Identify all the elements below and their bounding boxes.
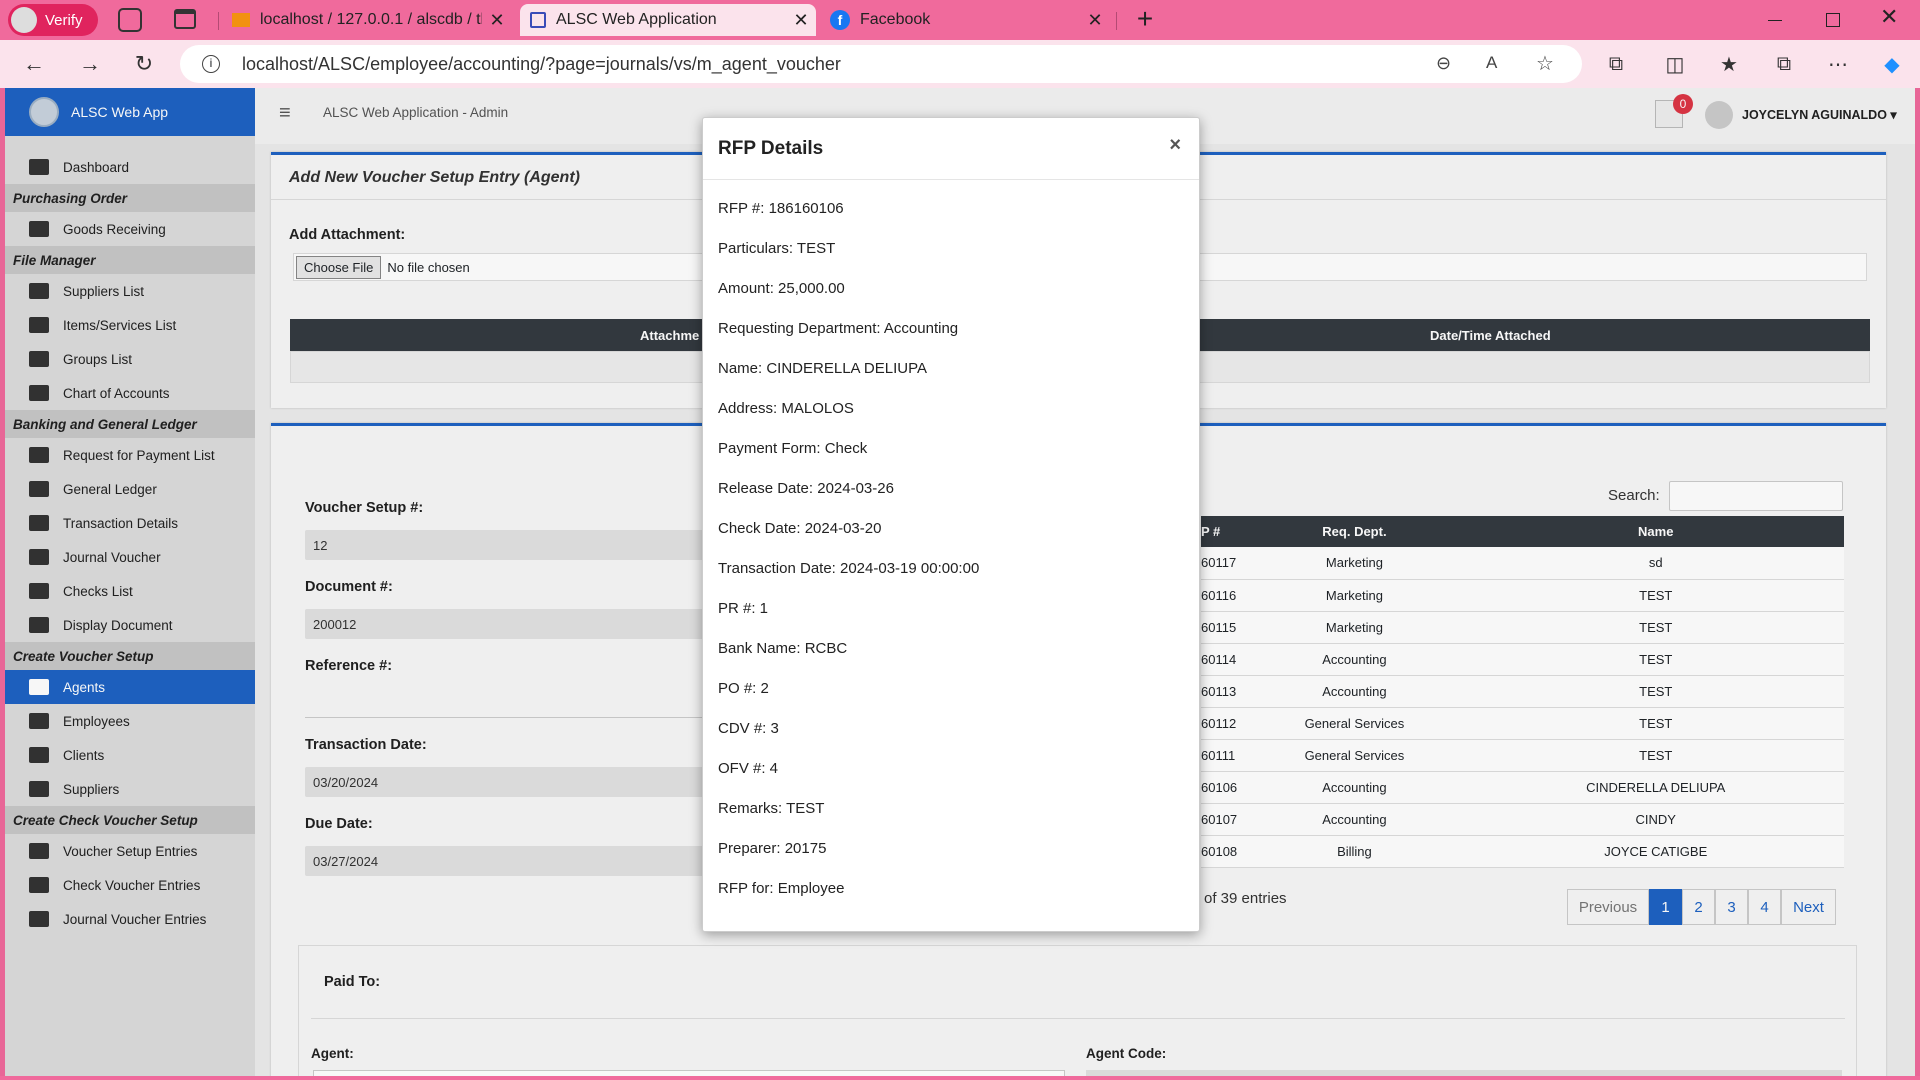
tab-close-icon[interactable]: ✕ [1080, 10, 1110, 31]
browser-tab-bar: Verify localhost / 127.0.0.1 / alscdb / … [0, 0, 1920, 40]
rfp-detail-row: OFV #: 4 [718, 760, 779, 777]
tab-title: Facebook [860, 11, 931, 28]
profile-label: Verify [45, 11, 83, 29]
rfp-detail-row: Name: CINDERELLA DELIUPA [718, 360, 927, 377]
rfp-detail-row: Amount: 25,000.00 [718, 280, 845, 297]
address-bar[interactable]: i localhost/ALSC/employee/accounting/?pa… [180, 45, 1582, 83]
minimize-icon[interactable] [1768, 20, 1782, 21]
extensions-icon[interactable]: ⧉ [1600, 48, 1632, 80]
url-text[interactable]: localhost/ALSC/employee/accounting/?page… [242, 54, 841, 75]
rfp-detail-row: Transaction Date: 2024-03-19 00:00:00 [718, 560, 980, 577]
site-info-icon[interactable]: i [202, 55, 220, 73]
rfp-detail-row: Requesting Department: Accounting [718, 320, 959, 337]
facebook-favicon-icon: f [830, 10, 850, 30]
tab-close-icon[interactable]: ✕ [786, 10, 816, 31]
back-icon[interactable]: ← [18, 48, 50, 80]
favorites-icon[interactable]: ★ [1713, 48, 1745, 80]
tab-title: localhost / 127.0.0.1 / alscdb / tb [260, 11, 482, 28]
rfp-detail-row: PR #: 1 [718, 600, 769, 617]
rfp-detail-row: Check Date: 2024-03-20 [718, 520, 882, 537]
phpmyadmin-favicon-icon [232, 13, 250, 27]
rfp-detail-row: Preparer: 20175 [718, 840, 827, 857]
profile-button[interactable]: Verify [8, 4, 98, 36]
rfp-detail-row: Particulars: TEST [718, 240, 836, 257]
tab-close-icon[interactable]: ✕ [482, 10, 512, 31]
reload-icon[interactable]: ↻ [128, 48, 160, 80]
tab-title: ALSC Web Application [556, 11, 717, 28]
rfp-detail-row: PO #: 2 [718, 680, 769, 697]
rfp-detail-row: Remarks: TEST [718, 800, 825, 817]
vertical-tabs-icon[interactable] [174, 9, 196, 29]
rfp-detail-row: RFP for: Employee [718, 880, 845, 897]
rfp-detail-row: RFP #: 186160106 [718, 200, 844, 217]
rfp-detail-row: Release Date: 2024-03-26 [718, 480, 894, 497]
rfp-detail-row: CDV #: 3 [718, 720, 779, 737]
address-toolbar: ← → ↻ i localhost/ALSC/employee/accounti… [0, 40, 1920, 88]
tab-alsc-web-application[interactable]: ALSC Web Application ✕ [520, 4, 816, 36]
rfp-detail-row: Payment Form: Check [718, 440, 868, 457]
new-tab-icon[interactable]: + [1130, 4, 1160, 34]
forward-icon[interactable]: → [74, 48, 106, 80]
settings-more-icon[interactable]: ⋯ [1822, 48, 1854, 80]
profile-avatar-icon [11, 7, 37, 33]
collections-icon[interactable]: ⧉ [1768, 48, 1800, 80]
modal-close-button[interactable]: × [1169, 134, 1181, 157]
alsc-favicon-icon [530, 12, 546, 28]
modal-title: RFP Details [718, 137, 824, 159]
tab-facebook[interactable]: f Facebook ✕ [820, 4, 1110, 36]
rfp-detail-row: Bank Name: RCBC [718, 640, 848, 657]
restore-icon[interactable] [1826, 13, 1840, 27]
modal-header: RFP Details × [703, 118, 1199, 180]
split-screen-icon[interactable]: ◫ [1659, 48, 1691, 80]
workspaces-icon[interactable] [118, 8, 142, 32]
favorite-star-icon[interactable]: ☆ [1536, 51, 1554, 76]
read-aloud-icon[interactable]: A [1486, 53, 1497, 73]
rfp-detail-row: Address: MALOLOS [718, 400, 854, 417]
tab-phpmyadmin[interactable]: localhost / 127.0.0.1 / alscdb / tb ✕ [222, 4, 512, 36]
zoom-icon[interactable]: ⊖ [1436, 53, 1451, 74]
close-window-icon[interactable]: ✕ [1880, 4, 1898, 30]
copilot-icon[interactable]: ◆ [1876, 48, 1908, 80]
rfp-details-modal: RFP Details × RFP #: 186160106 Particular… [702, 117, 1200, 932]
